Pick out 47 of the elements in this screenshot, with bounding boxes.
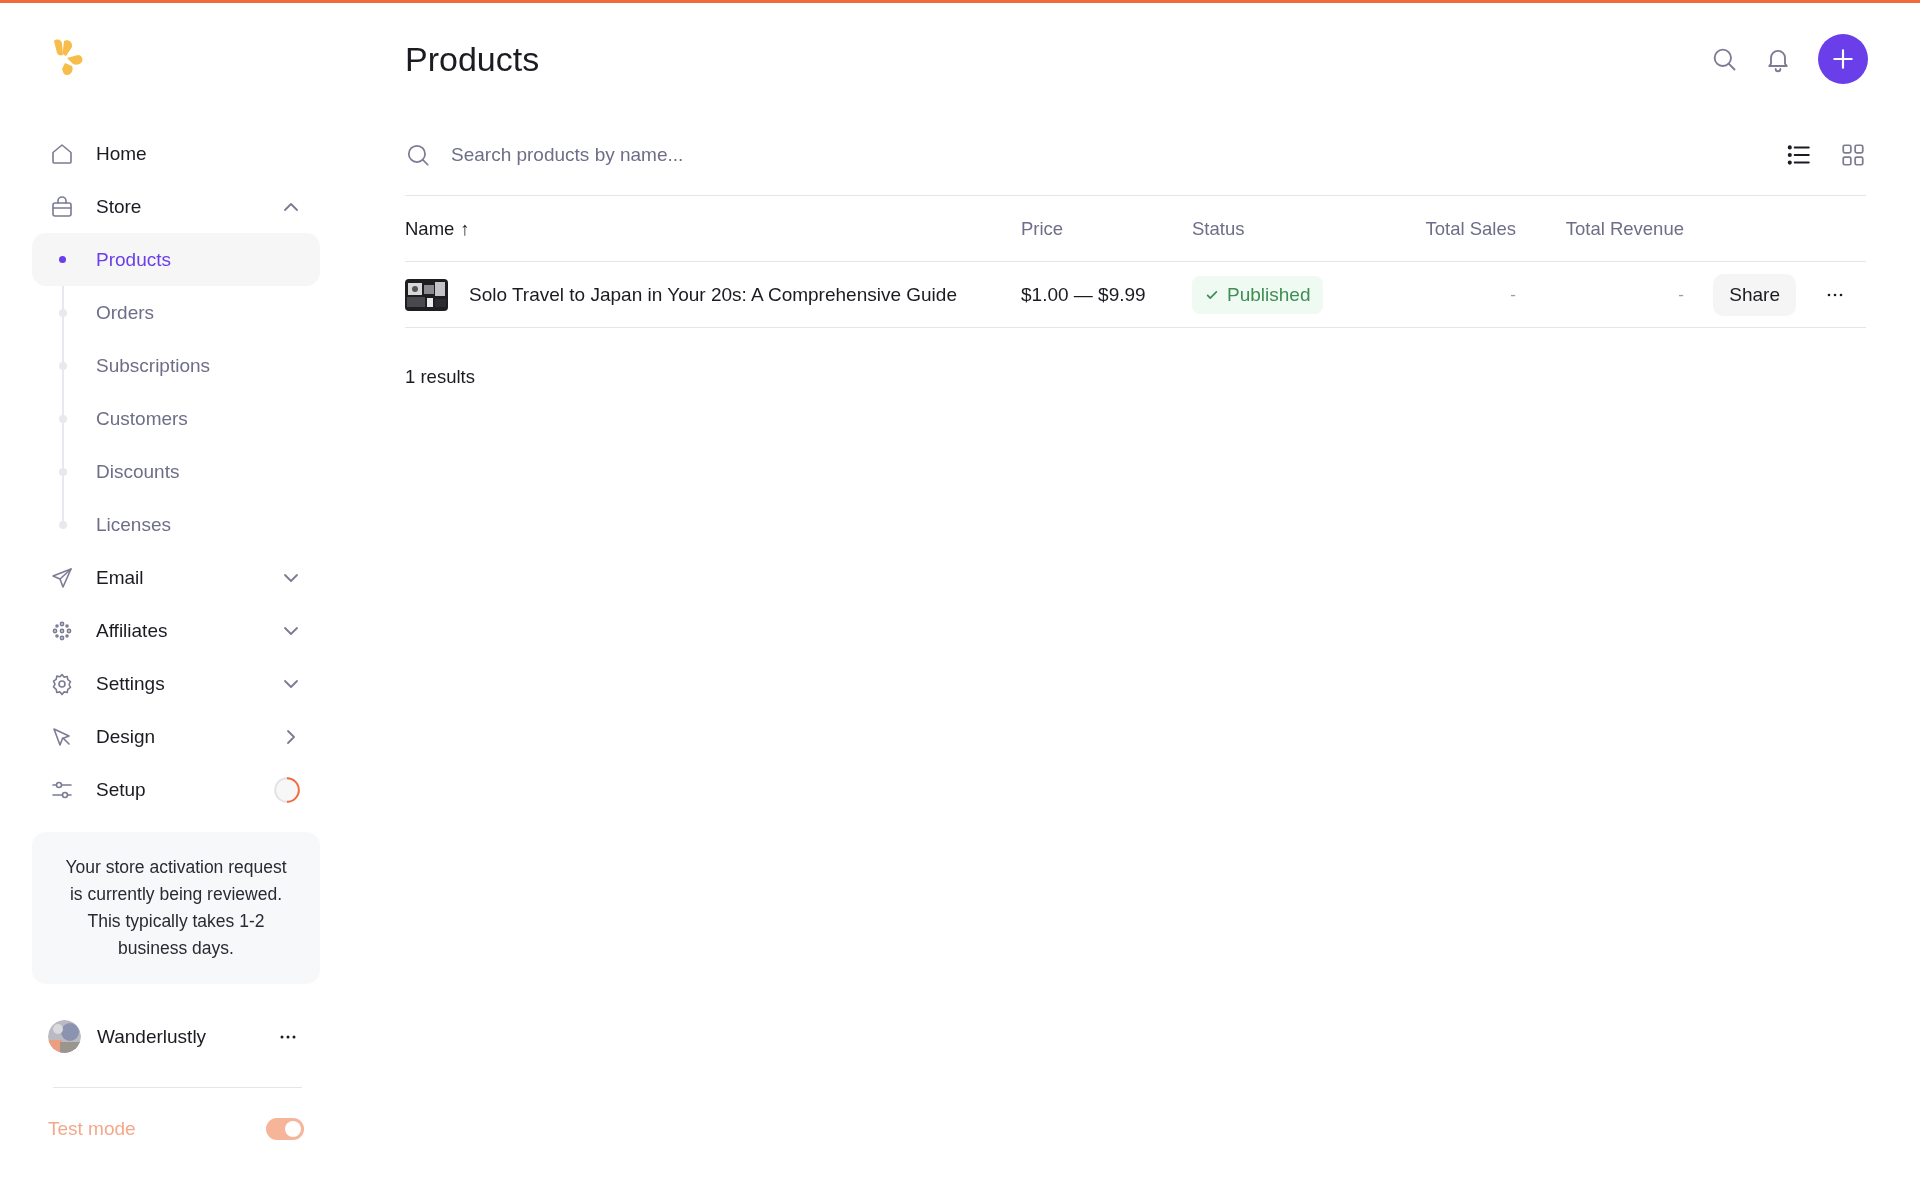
add-button[interactable]: [1818, 34, 1868, 84]
list-view-icon[interactable]: [1786, 142, 1812, 168]
chevron-icon: [287, 729, 295, 744]
nav-item[interactable]: Design: [32, 710, 320, 763]
status-badge: Published: [1192, 275, 1324, 314]
column-header[interactable]: Total Sales: [1406, 196, 1516, 262]
test-mode-toggle[interactable]: [266, 1118, 304, 1140]
nav-item[interactable]: Store: [32, 180, 320, 233]
column-header[interactable]: Status: [1192, 196, 1406, 262]
column-header[interactable]: Name ↑: [405, 196, 1021, 262]
home-icon: [50, 141, 74, 166]
chevron-icon: [284, 679, 298, 688]
column-header[interactable]: Price: [1021, 196, 1192, 262]
shopping-bag-icon: [50, 194, 74, 219]
total-sales: -: [1510, 284, 1516, 305]
nav-subitem[interactable]: Customers: [32, 392, 320, 445]
sort-arrow: ↑: [460, 217, 470, 240]
nav-item[interactable]: Affiliates: [32, 604, 320, 657]
price: $1.00 — $9.99: [1021, 283, 1146, 306]
nav-subitem[interactable]: Subscriptions: [32, 339, 320, 392]
avatar[interactable]: [48, 1020, 81, 1053]
product-name[interactable]: Solo Travel to Japan in Your 20s: A Comprehensive Guide: [469, 283, 957, 306]
plus-icon: [1830, 46, 1856, 72]
total-revenue: -: [1678, 284, 1684, 305]
nav-item[interactable]: Email: [32, 551, 320, 604]
search-icon: [405, 142, 431, 168]
nav-subitem[interactable]: Orders: [32, 286, 320, 339]
nav-subitem[interactable]: Licenses: [32, 498, 320, 551]
grid-view-icon[interactable]: [1840, 142, 1866, 168]
nav-item[interactable]: Settings: [32, 657, 320, 710]
chevron-icon: [284, 626, 298, 635]
chevron-icon: [284, 202, 298, 211]
chevron-icon: [284, 573, 298, 582]
send-icon: [50, 565, 74, 590]
settings-icon: [50, 671, 74, 696]
share-button[interactable]: Share: [1713, 273, 1796, 316]
search-field[interactable]: Search products by name...: [451, 136, 1758, 174]
nav-subitem[interactable]: Products: [32, 233, 320, 286]
activation-notice: Your store activation request is currently being reviewed. This typically takes 1-2 business days.: [32, 832, 320, 984]
account-name: Wanderlustly: [97, 1025, 208, 1048]
column-header[interactable]: Total Revenue: [1516, 196, 1684, 262]
test-mode-label: Test mode: [48, 1118, 136, 1140]
results-count: 1 results: [405, 366, 476, 388]
nav-item[interactable]: Setup: [32, 763, 320, 816]
page-title: Products: [405, 39, 541, 79]
nav-item[interactable]: Home: [32, 127, 320, 180]
nav-subitem[interactable]: Discounts: [32, 445, 320, 498]
